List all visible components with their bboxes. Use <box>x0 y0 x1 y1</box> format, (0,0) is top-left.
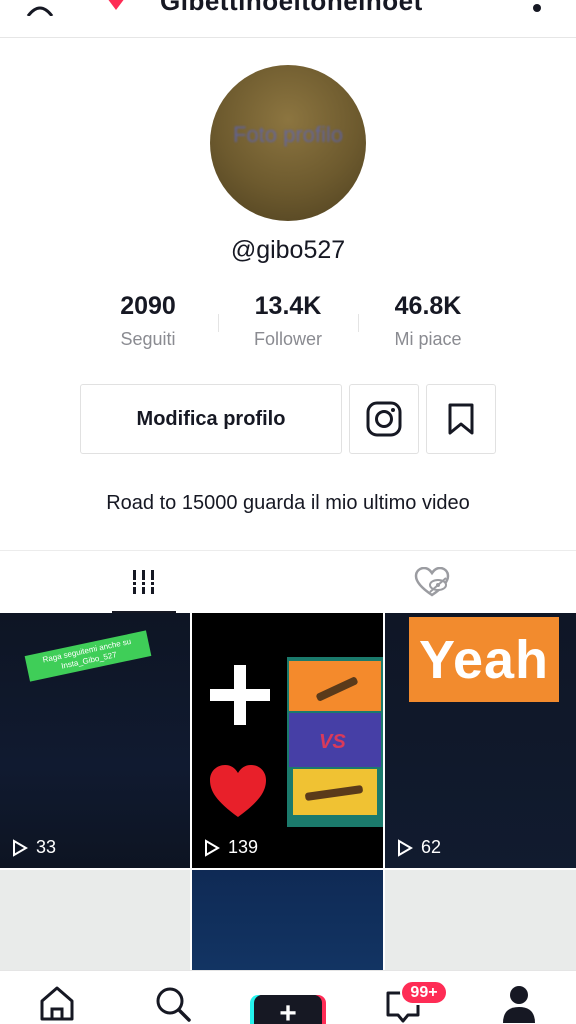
profile-handle: @gibo527 <box>230 236 346 264</box>
avatar-placeholder-text: Foto profilo <box>232 122 344 147</box>
stat-following-value: 2090 <box>120 292 176 320</box>
bottom-nav: + <box>0 970 576 1024</box>
more-icon[interactable] <box>533 4 541 12</box>
profile-tabs <box>0 550 576 614</box>
video-thumbnail[interactable] <box>0 870 190 970</box>
create-button[interactable]: + <box>250 995 326 1024</box>
heart-graphic <box>210 765 266 817</box>
bookmark-button[interactable] <box>426 384 496 454</box>
view-count-value: 139 <box>228 837 259 857</box>
play-icon <box>398 838 413 857</box>
create-icon: + <box>254 995 322 1024</box>
instagram-button[interactable] <box>349 384 419 454</box>
collage-bottom <box>293 769 377 815</box>
vs-text: VS <box>319 731 346 753</box>
video-thumbnail[interactable]: Raga seguitemi anche su Insta_Gibo_527 3… <box>0 613 190 868</box>
weapon-collage: VS <box>287 657 383 827</box>
view-count: 33 <box>12 837 56 858</box>
video-thumbnail[interactable]: Yeah 62 <box>385 613 576 868</box>
collage-middle: VS <box>289 713 381 767</box>
weapon-graphic <box>315 676 359 702</box>
add-user-icon[interactable] <box>26 0 70 16</box>
plus-graphic <box>210 665 270 725</box>
view-count: 62 <box>397 837 441 858</box>
video-thumbnail[interactable] <box>385 870 576 970</box>
collage-top <box>289 661 381 711</box>
profile-username-title: Gibettinoeltoneinoet <box>160 0 423 16</box>
grid-icon <box>131 570 157 594</box>
home-icon[interactable] <box>38 985 76 1021</box>
stat-followers-label: Follower <box>253 329 323 349</box>
stat-followers[interactable]: 13.4K Follower <box>213 292 363 350</box>
instagram-icon <box>366 401 402 437</box>
stat-following[interactable]: 2090 Seguiti <box>73 292 223 350</box>
tab-videos[interactable] <box>112 551 176 614</box>
avatar[interactable]: Foto profilo <box>210 65 366 221</box>
stat-likes-value: 46.8K <box>394 292 462 320</box>
weapon-graphic <box>304 785 364 801</box>
bookmark-icon <box>448 403 474 435</box>
video-thumbnail[interactable]: VS 139 <box>192 613 383 868</box>
stat-likes[interactable]: 46.8K Mi piace <box>353 292 503 350</box>
liked-hidden-icon[interactable] <box>414 567 450 597</box>
view-count: 139 <box>204 837 258 858</box>
play-icon <box>205 838 220 857</box>
stat-followers-value: 13.4K <box>254 292 322 320</box>
video-overlay-text: Raga seguitemi anche su Insta_Gibo_527 <box>24 630 152 682</box>
search-icon[interactable] <box>154 985 192 1023</box>
top-bar: Gibettinoeltoneinoet <box>0 0 576 38</box>
play-icon <box>13 838 28 857</box>
profile-bio: Road to 15000 guarda il mio ultimo video <box>106 492 470 514</box>
stat-likes-label: Mi piace <box>394 329 462 349</box>
view-count-value: 33 <box>36 837 57 857</box>
video-overlay-text: Yeah <box>409 617 559 702</box>
inbox-badge: 99+ <box>400 980 448 1005</box>
stat-following-label: Seguiti <box>120 329 176 349</box>
profile-icon[interactable] <box>502 985 536 1023</box>
video-thumbnail[interactable] <box>192 870 383 970</box>
view-count-value: 62 <box>421 837 442 857</box>
edit-profile-button[interactable]: Modifica profilo <box>80 384 342 454</box>
heart-icon <box>108 0 124 10</box>
